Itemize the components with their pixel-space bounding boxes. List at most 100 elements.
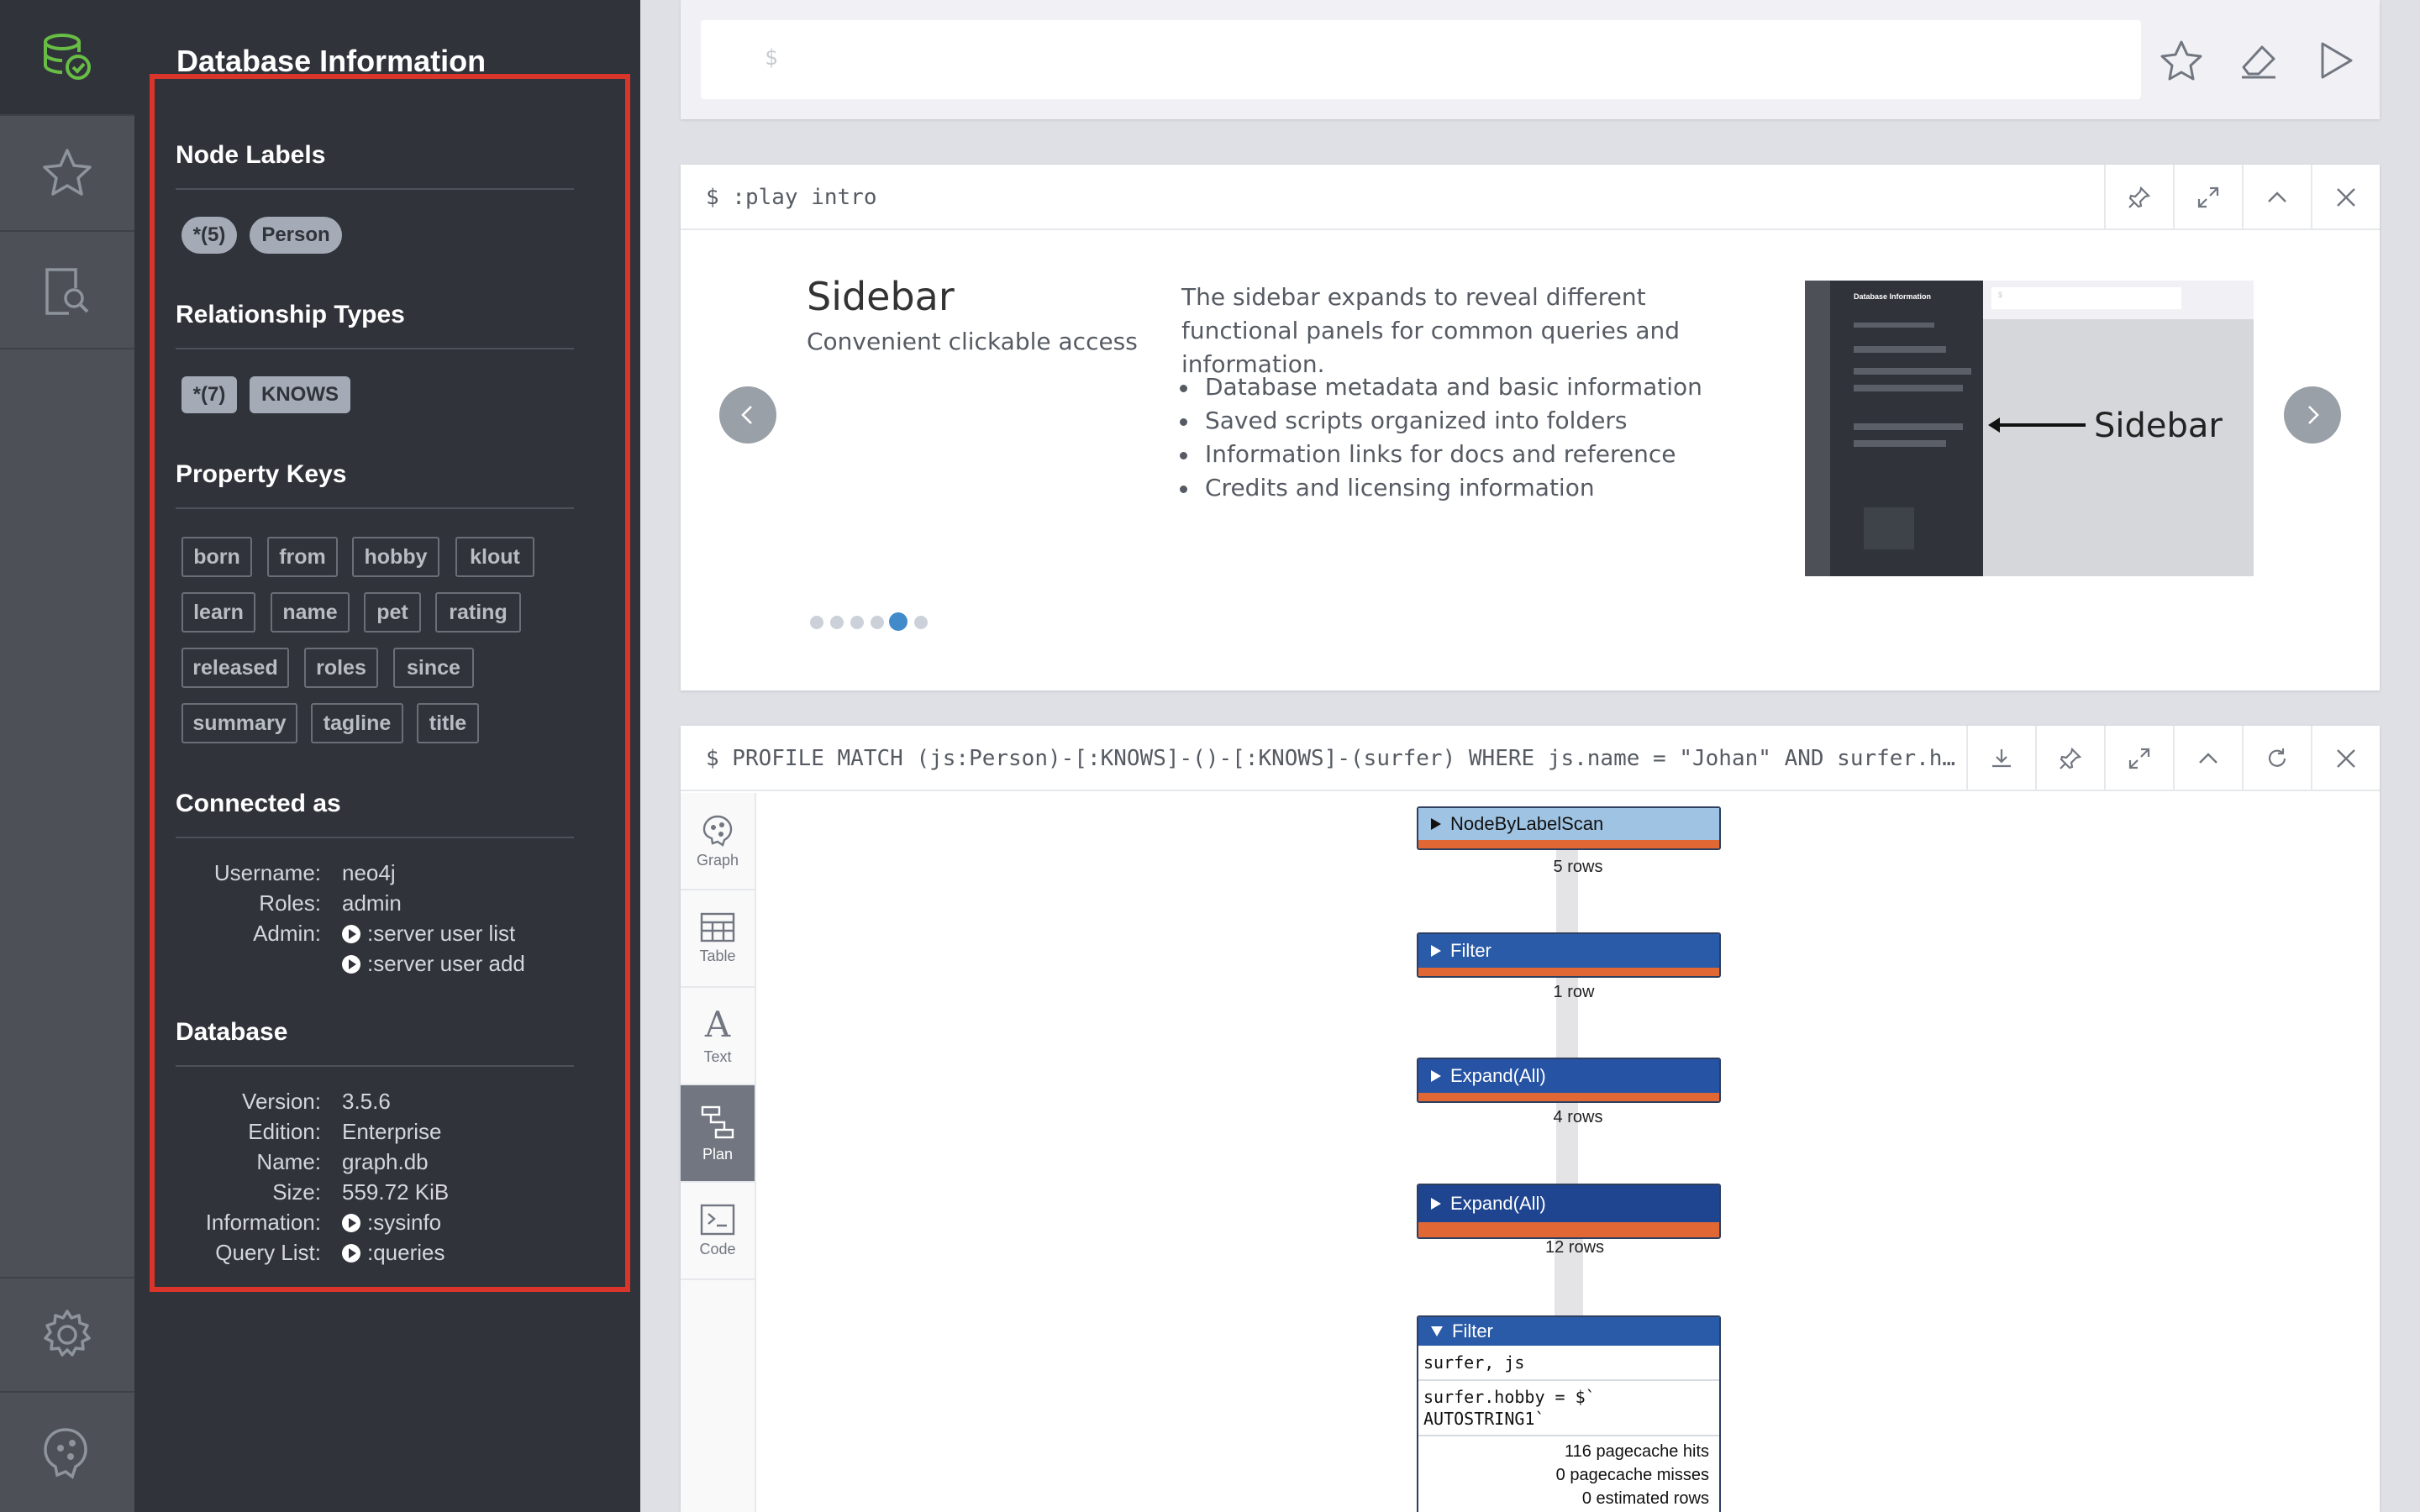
property-key-pet[interactable]: pet	[364, 592, 421, 633]
sidebar-screenshot-image: Database Information $ Sidebar	[1805, 281, 2254, 576]
plan-operator[interactable]: NodeByLabelScan	[1417, 806, 1721, 850]
size-value: 559.72 KiB	[342, 1179, 450, 1205]
slide-bullet: Database metadata and basic information	[1180, 373, 1702, 401]
carousel-dot[interactable]	[914, 616, 928, 629]
eraser-icon[interactable]	[2237, 39, 2281, 82]
operator-identifiers: surfer, js	[1418, 1346, 1719, 1381]
queries-link[interactable]: :queries	[342, 1240, 445, 1266]
expand-icon	[2128, 748, 2150, 769]
nav-settings-button[interactable]	[0, 1277, 134, 1393]
pin-button[interactable]	[2035, 726, 2104, 791]
relationship-type-badge[interactable]: KNOWS	[250, 376, 350, 413]
carousel-dot[interactable]	[810, 616, 823, 629]
frame-command[interactable]: $ :play intro	[706, 185, 877, 210]
carousel-dot[interactable]	[850, 616, 864, 629]
node-label-badge[interactable]: *(5)	[182, 217, 237, 254]
property-key-name[interactable]: name	[271, 592, 350, 633]
download-icon	[1992, 749, 2011, 768]
pin-icon	[2128, 186, 2151, 208]
collapse-button[interactable]	[2242, 165, 2311, 230]
plan-operator-expanded[interactable]: Filter surfer, js surfer.hobby = $` AUTO…	[1417, 1315, 1721, 1512]
query-editor-input[interactable]: $	[701, 20, 2141, 99]
sysinfo-link[interactable]: :sysinfo	[342, 1210, 441, 1236]
carousel-dot[interactable]	[871, 616, 884, 629]
server-user-add-link[interactable]: :server user add	[342, 951, 525, 977]
node-label-badge[interactable]: Person	[250, 217, 342, 254]
collapse-button[interactable]	[2173, 726, 2242, 791]
tab-code[interactable]: Code	[681, 1183, 755, 1280]
carousel-dot-active[interactable]	[889, 612, 908, 631]
property-key-released[interactable]: released	[182, 648, 289, 688]
nav-about-button[interactable]	[0, 1394, 134, 1510]
property-key-from[interactable]: from	[267, 537, 338, 577]
tab-table[interactable]: Table	[681, 890, 755, 988]
query-list-label: Query List:	[215, 1240, 321, 1265]
slide-description: The sidebar expands to reveal different …	[1181, 283, 1681, 378]
property-key-since[interactable]: since	[393, 648, 474, 688]
pin-button[interactable]	[2104, 165, 2173, 230]
caret-right-icon	[1431, 945, 1441, 957]
fullscreen-button[interactable]	[2104, 726, 2173, 791]
graph-icon	[702, 815, 733, 847]
carousel-next-button[interactable]	[2284, 386, 2341, 444]
nav-database-button[interactable]	[0, 0, 134, 116]
nav-bar	[0, 0, 134, 1512]
close-button[interactable]	[2311, 726, 2380, 791]
text-icon: A	[704, 1003, 731, 1045]
caret-right-icon	[1431, 1070, 1441, 1082]
tab-graph[interactable]: Graph	[681, 793, 755, 890]
row-count: 1 row	[1553, 983, 1595, 1001]
tab-code-label: Code	[699, 1240, 736, 1257]
nav-documents-button[interactable]	[0, 234, 134, 349]
chevron-up-icon	[2199, 753, 2217, 764]
run-icon[interactable]	[2314, 39, 2358, 82]
property-key-hobby[interactable]: hobby	[352, 537, 439, 577]
property-key-title[interactable]: title	[417, 703, 479, 743]
relationship-type-badge[interactable]: *(7)	[182, 376, 237, 413]
slide-bullet: Saved scripts organized into folders	[1180, 407, 1628, 434]
caret-down-icon	[1431, 1326, 1443, 1336]
operator-stat: 0 estimated rows	[1581, 1489, 1709, 1508]
gear-icon	[44, 1310, 91, 1357]
image-caption: Sidebar	[2094, 407, 2223, 445]
star-icon[interactable]	[2160, 39, 2203, 82]
property-key-klout[interactable]: klout	[455, 537, 534, 577]
tab-plan[interactable]: Plan	[681, 1085, 755, 1183]
property-key-roles[interactable]: roles	[304, 648, 378, 688]
rerun-button[interactable]	[2242, 726, 2311, 791]
fullscreen-button[interactable]	[2173, 165, 2242, 230]
frame-command[interactable]: $ PROFILE MATCH (js:Person)-[:KNOWS]-()-…	[706, 746, 1966, 771]
plan-operator[interactable]: Expand(All)	[1417, 1058, 1721, 1103]
close-button[interactable]	[2311, 165, 2380, 230]
code-icon	[700, 1204, 735, 1235]
tab-plan-label: Plan	[702, 1145, 734, 1163]
chevron-up-icon	[2268, 192, 2286, 202]
nav-favorites-button[interactable]	[0, 116, 134, 232]
property-key-learn[interactable]: learn	[182, 592, 255, 633]
database-icon	[44, 34, 91, 80]
table-icon	[700, 912, 735, 942]
operator-name: Expand(All)	[1450, 1065, 1546, 1086]
property-key-born[interactable]: born	[182, 537, 252, 577]
tab-text-label: Text	[703, 1047, 732, 1065]
property-key-rating[interactable]: rating	[435, 592, 521, 633]
admin-label: Admin:	[253, 921, 321, 946]
download-button[interactable]	[1966, 726, 2035, 791]
divider	[176, 1065, 574, 1067]
server-user-list-link[interactable]: :server user list	[342, 921, 515, 947]
tab-text[interactable]: A Text	[681, 988, 755, 1085]
carousel-dot[interactable]	[830, 616, 844, 629]
property-key-tagline[interactable]: tagline	[311, 703, 403, 743]
editor-prompt: $	[765, 45, 778, 71]
divider	[176, 507, 574, 509]
plan-operator[interactable]: Filter	[1417, 932, 1721, 978]
slide-bullet: Credits and licensing information	[1180, 474, 1595, 501]
name-label: Name:	[256, 1149, 321, 1174]
close-icon	[2337, 749, 2355, 768]
node-labels-heading: Node Labels	[176, 141, 326, 169]
tab-table-label: Table	[699, 947, 736, 964]
property-key-summary[interactable]: summary	[182, 703, 297, 743]
operator-name: Filter	[1450, 940, 1491, 961]
plan-operator[interactable]: Expand(All)	[1417, 1184, 1721, 1239]
carousel-prev-button[interactable]	[719, 386, 776, 444]
